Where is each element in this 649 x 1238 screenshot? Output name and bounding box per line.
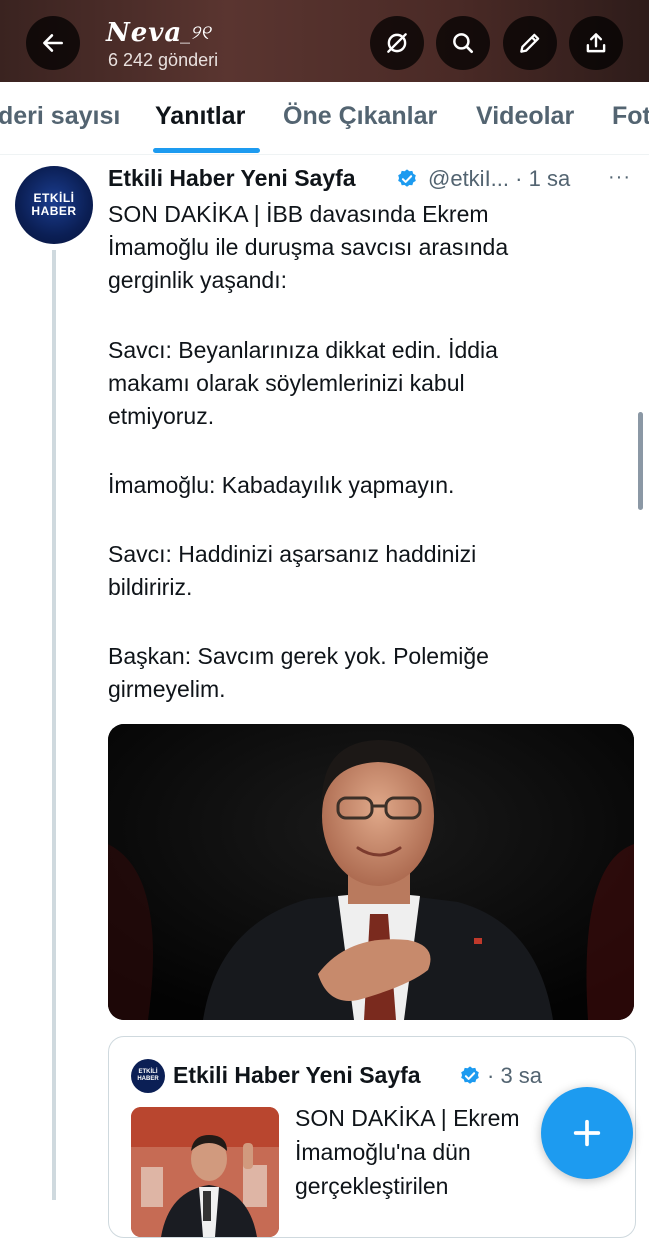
avatar-text-line2: HABER bbox=[31, 204, 77, 218]
man-portrait-image bbox=[108, 724, 634, 1020]
post-text-line: SON DAKİKA | İBB davasında Ekrem bbox=[108, 201, 489, 227]
plus-icon bbox=[573, 1119, 601, 1147]
active-tab-indicator bbox=[153, 148, 260, 153]
mute-icon bbox=[387, 33, 407, 53]
arrow-left-icon bbox=[43, 34, 63, 52]
share-button[interactable] bbox=[569, 16, 623, 70]
share-icon bbox=[586, 33, 606, 53]
quoted-post-text: SON DAKİKA | Ekrem İmamoğlu'na dün gerçe… bbox=[295, 1101, 520, 1203]
post-count: 6 242 gönderi bbox=[108, 50, 219, 70]
quoted-post-time: · 3 sa bbox=[487, 1063, 543, 1088]
avatar-text-line2: HABER bbox=[137, 1076, 159, 1082]
quoted-text-line: SON DAKİKA | Ekrem bbox=[295, 1105, 520, 1131]
profile-name-decoration: _୨୧ bbox=[180, 20, 211, 44]
post-time: · 1 sa bbox=[515, 166, 571, 191]
avatar-text-line1: ETKİLİ bbox=[138, 1069, 158, 1075]
speaker-photo bbox=[131, 1107, 279, 1237]
profile-name: Neva bbox=[106, 18, 183, 48]
more-options-button[interactable]: ··· bbox=[608, 166, 631, 189]
post-text-line: İmamoğlu: Kabadayılık yapmayın. bbox=[108, 472, 455, 498]
tab-videos[interactable]: Videolar bbox=[476, 102, 574, 131]
profile-tabs: deri sayısı Yanıtlar Öne Çıkanlar Videol… bbox=[0, 82, 649, 155]
post-text: SON DAKİKA | İBB davasında Ekrem İmamoğl… bbox=[108, 198, 508, 706]
post-text-line: gerginlik yaşandı: bbox=[108, 267, 287, 293]
search-button[interactable] bbox=[436, 16, 490, 70]
post-text-line: Savcı: Haddinizi aşarsanız haddinizi bbox=[108, 541, 477, 567]
post-text-line: etmiyoruz. bbox=[108, 403, 215, 429]
post-text-line: İmamoğlu ile duruşma savcısı arasında bbox=[108, 234, 509, 260]
edit-button[interactable] bbox=[503, 16, 557, 70]
post-image[interactable] bbox=[108, 724, 634, 1020]
tab-follower-count[interactable]: deri sayısı bbox=[0, 102, 120, 131]
post-text-line: girmeyelim. bbox=[108, 676, 226, 702]
handle-text: @etkiI... bbox=[428, 166, 510, 191]
quoted-author-avatar: ETKİLİ HABER bbox=[131, 1059, 165, 1093]
back-button[interactable] bbox=[26, 16, 80, 70]
quoted-text-line: gerçekleştirilen bbox=[295, 1173, 449, 1199]
post-text-line: makamı olarak söylemlerinizi kabul bbox=[108, 370, 465, 396]
scrollbar[interactable] bbox=[638, 412, 643, 510]
post-text-line: bildiririz. bbox=[108, 574, 193, 600]
quoted-author-name: Etkili Haber Yeni Sayfa bbox=[173, 1062, 421, 1088]
quoted-text-line: İmamoğlu'na dün bbox=[295, 1139, 471, 1165]
author-handle: @etkiI... · 1 sa bbox=[428, 166, 570, 192]
edit-icon bbox=[520, 33, 540, 53]
post-text-line: Savcı: Beyanlarınıza dikkat edin. İddia bbox=[108, 337, 498, 363]
profile-header: Neva _୨୧ 6 242 gönderi bbox=[0, 0, 649, 82]
compose-post-button[interactable] bbox=[541, 1087, 633, 1179]
author-avatar[interactable]: ETKİLİ HABER bbox=[15, 166, 93, 244]
verified-badge-icon bbox=[461, 1066, 479, 1084]
tab-replies[interactable]: Yanıtlar bbox=[155, 102, 245, 131]
author-name[interactable]: Etkili Haber Yeni Sayfa bbox=[108, 165, 356, 192]
search-icon bbox=[453, 33, 474, 54]
post-text-line: Başkan: Savcım gerek yok. Polemiğe bbox=[108, 643, 489, 669]
quoted-post-thumbnail bbox=[131, 1107, 279, 1237]
mute-button[interactable] bbox=[370, 16, 424, 70]
thread-line bbox=[52, 250, 56, 1200]
tab-highlights[interactable]: Öne Çıkanlar bbox=[283, 102, 437, 131]
tab-photos[interactable]: Fot bbox=[612, 102, 649, 131]
verified-badge-icon bbox=[398, 169, 416, 187]
